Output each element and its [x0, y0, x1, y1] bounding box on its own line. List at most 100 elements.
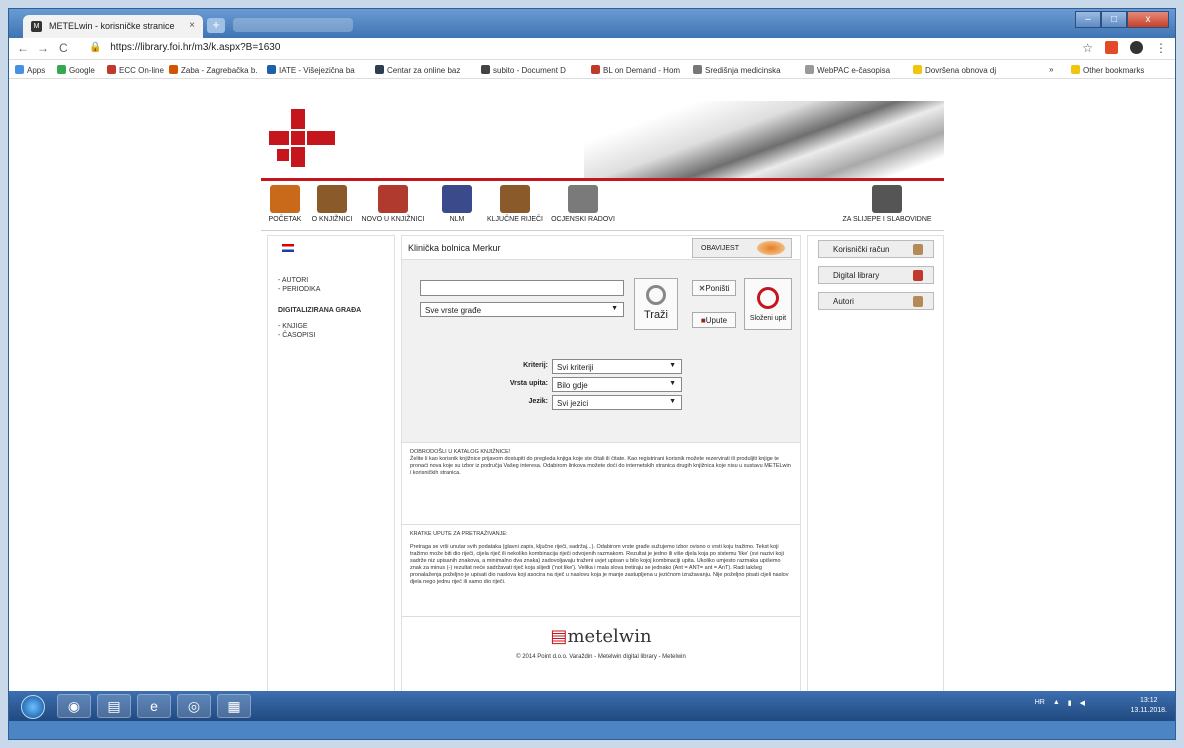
- library-building-icon: [317, 185, 347, 213]
- right-panel: Korisnički račun Digital library Autori: [807, 235, 944, 695]
- document-taskbar-icon[interactable]: ▦: [217, 694, 251, 718]
- sidebar-link-autori[interactable]: - AUTORI: [278, 276, 308, 285]
- bookmarks-overflow-button[interactable]: »: [1049, 65, 1053, 74]
- clock[interactable]: 13:12 13.11.2018.: [1131, 696, 1167, 716]
- sidebar-link-casopisi[interactable]: - ČASOPISI: [278, 331, 315, 340]
- url-field[interactable]: 🔒 https://library.foi.hr/m3/k.aspx?B=163…: [89, 42, 280, 53]
- search-input[interactable]: [420, 280, 624, 296]
- chrome-taskbar-icon[interactable]: ◉: [57, 694, 91, 718]
- content-columns: - AUTORI - PERIODIKA DIGITALIZIRANA GRAĐ…: [261, 235, 944, 695]
- search-button[interactable]: Traži: [634, 278, 678, 330]
- graduation-cap-icon: [568, 185, 598, 213]
- bookmark-item[interactable]: Google: [57, 65, 95, 75]
- bookmark-item[interactable]: Zaba - Zagrebačka b.: [169, 65, 257, 75]
- menu-o-knjiznici[interactable]: O KNJIŽNICI: [307, 185, 357, 223]
- menu-pocetak[interactable]: POČETAK: [265, 185, 305, 223]
- bookmark-item[interactable]: Središnja medicinska: [693, 65, 781, 75]
- menu-dots-icon[interactable]: ⋮: [1155, 41, 1167, 55]
- explorer-taskbar-icon[interactable]: ▤: [97, 694, 131, 718]
- sidebar-link-periodika[interactable]: - PERIODIKA: [278, 285, 320, 294]
- query-type-select[interactable]: Bilo gdje ▼: [552, 377, 682, 392]
- menu-nlm[interactable]: NLM: [437, 185, 477, 223]
- tab-close-icon[interactable]: ×: [189, 20, 195, 31]
- system-tray: HR ▲ ▮ ◀: [1035, 699, 1085, 707]
- menu-ocjenski-radovi[interactable]: OCJENSKI RADOVI: [551, 185, 615, 223]
- star-icon[interactable]: ☆: [1082, 41, 1093, 55]
- new-books-icon: [378, 185, 408, 213]
- tips-text: Pretraga se vrši unutar svih podataka (g…: [410, 544, 789, 585]
- digital-library-button[interactable]: Digital library: [818, 266, 934, 284]
- other-bookmarks[interactable]: Other bookmarks: [1071, 65, 1144, 75]
- browser-tab[interactable]: M METELwin - korisničke stranice ×: [23, 15, 203, 38]
- volume-icon[interactable]: ◀: [1080, 699, 1085, 707]
- minimize-button[interactable]: –: [1075, 11, 1101, 28]
- croatian-flag-icon[interactable]: [282, 244, 294, 252]
- megaphone-icon: [757, 241, 785, 255]
- iate-icon: [267, 65, 276, 74]
- bl-icon: [591, 65, 600, 74]
- bookmarks-bar: Apps Google ECC On-line Zaba - Zagrebačk…: [9, 60, 1175, 79]
- folder-icon: [913, 65, 922, 74]
- account-button[interactable]: Korisnički račun: [818, 240, 934, 258]
- bookmark-item[interactable]: Dovršena obnova dj: [913, 65, 996, 75]
- search-header: Klinička bolnica Merkur OBAVIJEST: [402, 236, 800, 260]
- reset-button[interactable]: ✕Poništi: [692, 280, 736, 296]
- document-icon: [805, 65, 814, 74]
- bookmark-item[interactable]: ECC On-line: [107, 65, 164, 75]
- start-button[interactable]: [21, 695, 45, 719]
- complex-query-button[interactable]: Složeni upit: [744, 278, 792, 330]
- home-icon: [270, 185, 300, 213]
- criteria-label: Kriterij:: [523, 362, 548, 369]
- menu-kljucne-rijeci[interactable]: KLJUČNE RIJEČI: [483, 185, 547, 223]
- user-icon: [913, 244, 923, 255]
- url-text: https://library.foi.hr/m3/k.aspx?B=1630: [110, 42, 281, 53]
- library-logo-icon[interactable]: [269, 109, 349, 169]
- author-icon: [913, 296, 923, 307]
- bookmark-item[interactable]: IATE - Višejezična ba: [267, 65, 355, 75]
- network-icon[interactable]: ▮: [1068, 699, 1072, 707]
- tray-arrow-icon[interactable]: ▲: [1053, 699, 1060, 707]
- folder-icon: [1071, 65, 1080, 74]
- dropdown-arrow-icon: ▼: [611, 305, 618, 312]
- bookmark-item[interactable]: WebPAC e-časopisa: [805, 65, 890, 75]
- ecc-icon: [107, 65, 116, 74]
- browser-window: M METELwin - korisničke stranice × + – □…: [8, 8, 1176, 740]
- tab-title: METELwin - korisničke stranice: [49, 21, 175, 31]
- criteria-select[interactable]: Svi kriteriji ▼: [552, 359, 682, 374]
- ie-taskbar-icon[interactable]: e: [137, 694, 171, 718]
- authors-button[interactable]: Autori: [818, 292, 934, 310]
- bookmark-item[interactable]: Centar za online baz: [375, 65, 460, 75]
- search-panel: Klinička bolnica Merkur OBAVIJEST Sve vr…: [401, 235, 801, 695]
- sidebar-link-knjige[interactable]: - KNJIGE: [278, 322, 308, 331]
- profile-avatar-icon[interactable]: [1130, 41, 1143, 54]
- back-arrow-icon[interactable]: ←: [17, 41, 29, 55]
- help-button[interactable]: ■Upute: [692, 312, 736, 328]
- magnifier-plus-icon: [757, 287, 779, 309]
- app-taskbar-icon[interactable]: ◎: [177, 694, 211, 718]
- dropdown-arrow-icon: ▼: [669, 362, 676, 369]
- menu-za-slijepe[interactable]: ZA SLIJEPE I SLABOVIDNE: [835, 185, 939, 223]
- new-tab-button[interactable]: +: [207, 18, 225, 33]
- bookmark-item[interactable]: Apps: [15, 65, 45, 75]
- language-label: Jezik:: [528, 398, 548, 405]
- welcome-box: DOBRODOŠLI U KATALOG KNJIŽNICE! Želite l…: [402, 442, 800, 524]
- extension-icon[interactable]: [1105, 41, 1118, 54]
- close-window-button[interactable]: x: [1127, 11, 1169, 28]
- obavijest-button[interactable]: OBAVIJEST: [692, 238, 792, 258]
- material-type-select[interactable]: Sve vrste građe ▼: [420, 302, 624, 317]
- maximize-button[interactable]: □: [1101, 11, 1127, 28]
- metelwin-logo-icon[interactable]: ▤metelwin: [410, 628, 792, 646]
- background-tab[interactable]: [233, 18, 353, 32]
- braille-icon: [872, 185, 902, 213]
- bookmark-item[interactable]: BL on Demand - Hom: [591, 65, 680, 75]
- language-select[interactable]: Svi jezici ▼: [552, 395, 682, 410]
- language-indicator[interactable]: HR: [1035, 699, 1045, 707]
- medical-library-icon: [693, 65, 702, 74]
- bookmark-item[interactable]: subito - Document D: [481, 65, 566, 75]
- footer-copyright[interactable]: © 2014 Point d.o.o. Varaždin - Metelwin …: [410, 654, 792, 661]
- metelwin-site: POČETAK O KNJIŽNICI NOVO U KNJIŽNICI NLM…: [261, 101, 944, 695]
- forward-arrow-icon[interactable]: →: [37, 41, 49, 55]
- reload-icon[interactable]: C: [59, 41, 68, 55]
- tips-title: KRATKE UPUTE ZA PRETRAŽIVANJE:: [410, 531, 508, 537]
- menu-novo[interactable]: NOVO U KNJIŽNICI: [361, 185, 425, 223]
